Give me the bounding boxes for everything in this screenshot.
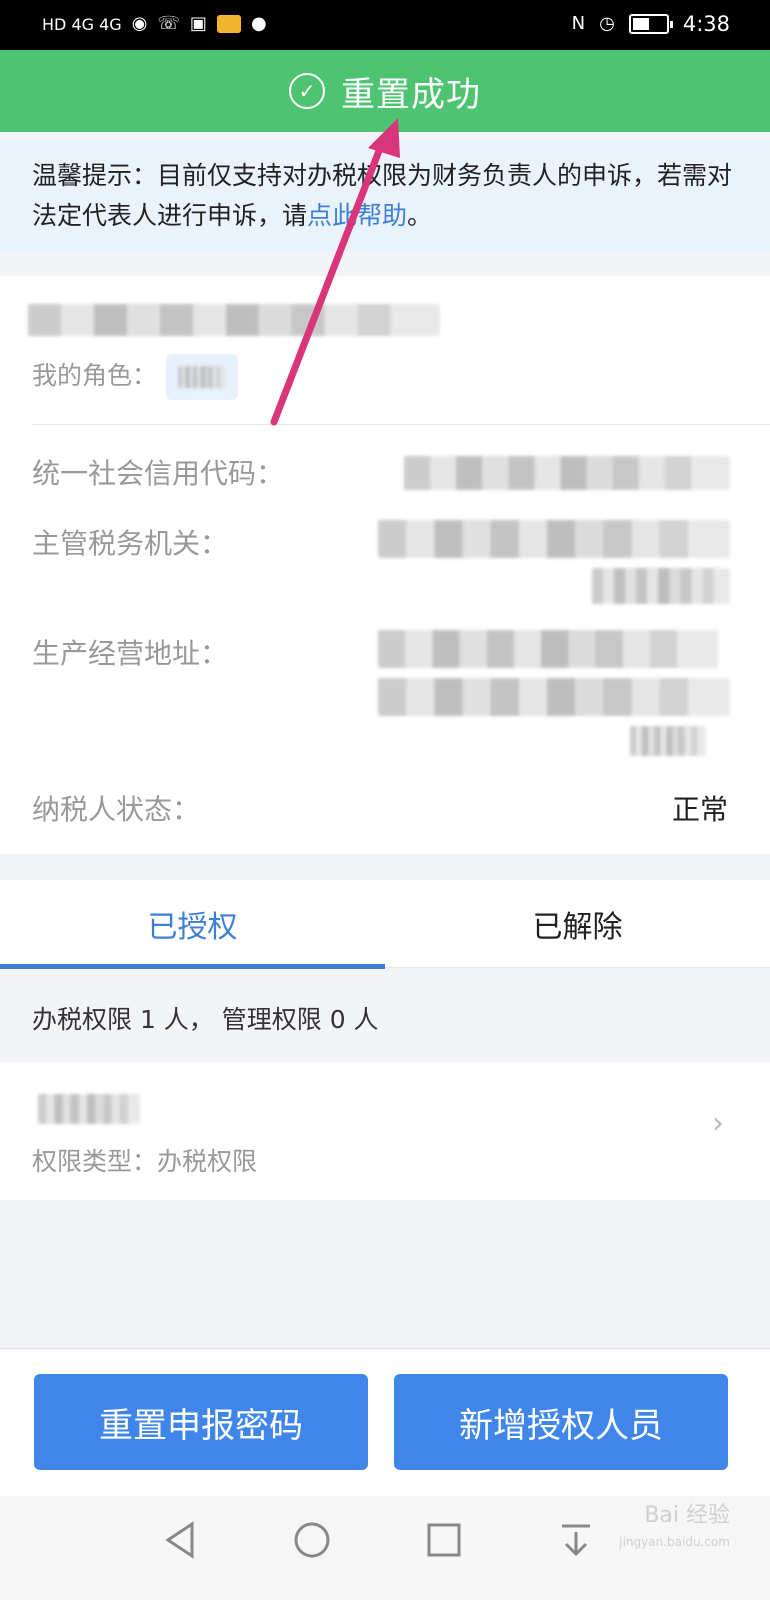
role-value-redacted <box>178 366 226 388</box>
wifi-icon: ◉ <box>131 13 148 34</box>
back-icon[interactable] <box>150 1510 210 1570</box>
tab-removed[interactable]: 已解除 <box>385 880 770 968</box>
watermark-sub: jingyan.baidu.com <box>619 1535 730 1549</box>
recents-icon[interactable] <box>414 1510 474 1570</box>
watermark: Bai 经验 jingyan.baidu.com <box>619 1496 730 1548</box>
address-redacted-3 <box>630 726 706 756</box>
mail-icon <box>216 15 241 33</box>
nfc-icon: N <box>571 13 586 34</box>
taxpayer-status-value: 正常 <box>671 793 728 826</box>
notification-pull-icon[interactable] <box>546 1510 606 1570</box>
permission-summary: 办税权限 1 人， 管理权限 0 人 <box>32 1005 379 1034</box>
address-redacted-1 <box>378 630 718 668</box>
notice-suffix: 。 <box>407 201 433 230</box>
alarm-icon: ◷ <box>599 13 615 34</box>
missed-call-icon: ☏ <box>157 13 180 34</box>
image-icon: ▣ <box>189 13 207 34</box>
status-right: N ◷ 4:38 <box>572 12 730 36</box>
tab-authorized[interactable]: 已授权 <box>0 880 385 968</box>
company-name-redacted <box>28 304 440 336</box>
tax-authority-redacted-1 <box>378 520 730 558</box>
chevron-right-icon: › <box>712 1106 724 1141</box>
notice-banner: 温馨提示：目前仅支持对办税权限为财务负责人的申诉，若需对法定代表人进行申诉，请点… <box>0 140 770 252</box>
credit-code-label: 统一社会信用代码： <box>32 457 285 490</box>
add-person-button[interactable]: 新增授权人员 <box>394 1374 728 1470</box>
status-left: HD 4G 4G ◉ ☏ ▣ ● <box>42 12 267 36</box>
tab-indicator <box>0 964 385 969</box>
person-name-redacted <box>38 1094 140 1124</box>
taxpayer-status-label: 纳税人状态： <box>32 793 201 826</box>
help-link[interactable]: 点此帮助 <box>307 201 407 230</box>
check-circle-icon: ✓ <box>289 73 325 109</box>
tax-authority-label: 主管税务机关： <box>32 527 229 560</box>
watermark-text: Bai 经验 <box>644 1503 730 1528</box>
permission-type: 权限类型：办税权限 <box>32 1147 258 1176</box>
tab-bar: 已授权 已解除 <box>0 880 770 969</box>
company-card: 我的角色： 统一社会信用代码： 主管税务机关： 生产经营地址： 纳税人状态： 正… <box>0 276 770 854</box>
credit-code-redacted <box>404 456 730 490</box>
address-redacted-2 <box>378 678 730 716</box>
home-icon[interactable] <box>282 1510 342 1570</box>
network-indicator: HD 4G 4G <box>42 14 122 34</box>
battery-icon <box>628 14 673 34</box>
message-icon: ● <box>250 13 267 34</box>
status-bar: HD 4G 4G ◉ ☏ ▣ ● N ◷ 4:38 <box>0 0 770 50</box>
role-label: 我的角色： <box>32 361 158 390</box>
clock: 4:38 <box>682 12 730 36</box>
toast-text: 重置成功 <box>341 74 481 115</box>
address-label: 生产经营地址： <box>32 637 229 670</box>
tax-authority-redacted-2 <box>592 568 730 604</box>
list-item[interactable]: 权限类型：办税权限 › <box>0 1062 770 1200</box>
divider <box>32 424 770 425</box>
reset-password-button[interactable]: 重置申报密码 <box>34 1374 368 1470</box>
role-badge <box>166 354 238 400</box>
success-toast: ✓ 重置成功 <box>0 50 770 132</box>
